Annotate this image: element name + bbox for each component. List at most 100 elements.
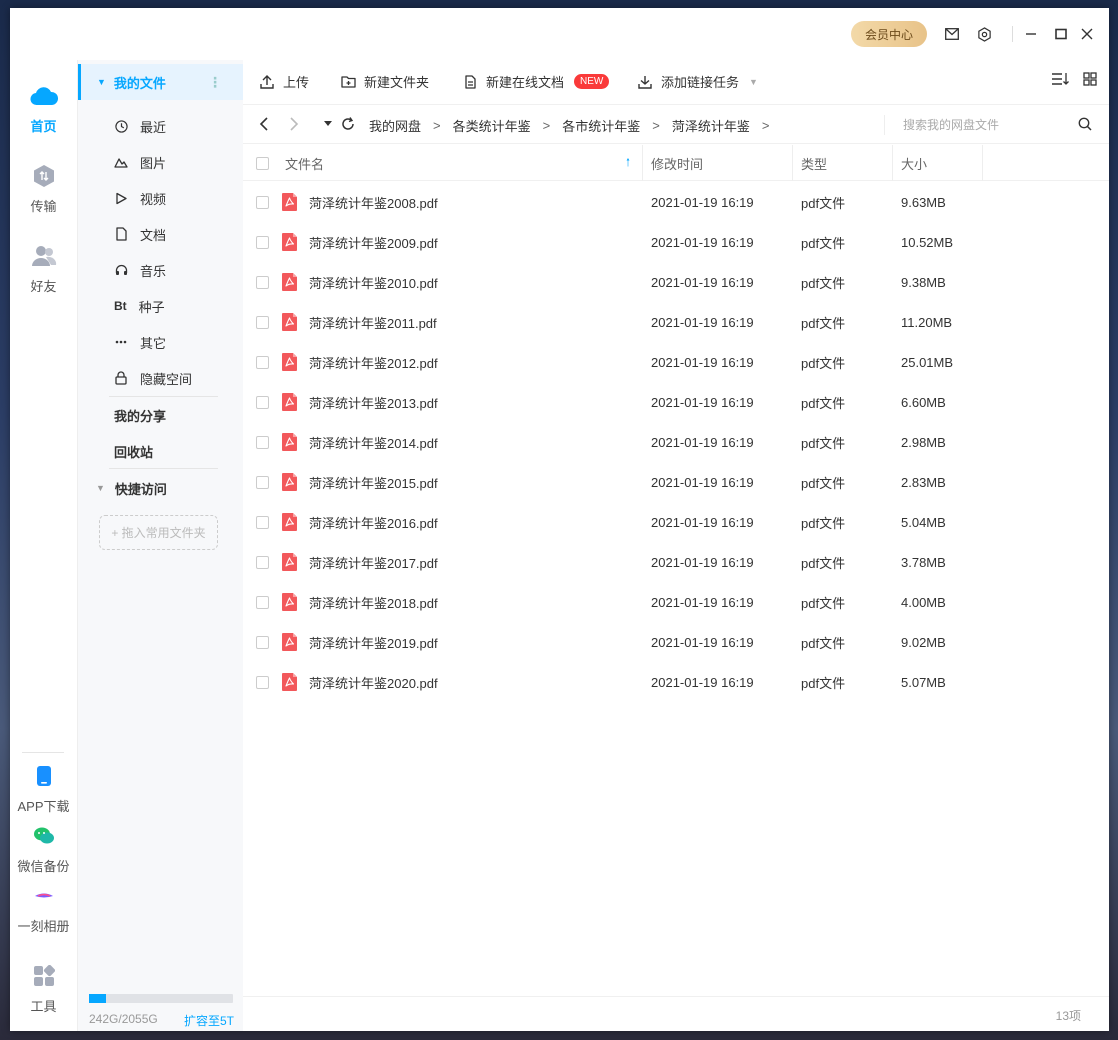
row-checkbox[interactable]: [256, 262, 269, 302]
history-dropdown-icon[interactable]: [319, 115, 337, 133]
table-row[interactable]: 菏泽统计年鉴2018.pdf 2021-01-19 16:19 pdf文件 4.00M…: [243, 582, 1109, 622]
row-checkbox[interactable]: [256, 542, 269, 582]
sidebar-item-recent[interactable]: 最近: [114, 108, 166, 144]
file-name-cell[interactable]: 菏泽统计年鉴2008.pdf: [281, 182, 438, 222]
row-checkbox[interactable]: [256, 422, 269, 462]
column-header-mtime[interactable]: 修改时间: [651, 145, 703, 181]
row-checkbox[interactable]: [256, 222, 269, 262]
sidebar-item-label: 种子: [138, 299, 165, 315]
search-icon[interactable]: [1078, 117, 1092, 134]
column-header-type[interactable]: 类型: [801, 145, 827, 181]
download-icon: [637, 74, 653, 90]
table-row[interactable]: 菏泽统计年鉴2020.pdf 2021-01-19 16:19 pdf文件 5.07M…: [243, 662, 1109, 702]
file-name-cell[interactable]: 菏泽统计年鉴2020.pdf: [281, 662, 438, 702]
sidebar-item-documents[interactable]: 文档: [114, 216, 166, 252]
sidebar-item-other[interactable]: 其它: [114, 324, 166, 360]
column-divider[interactable]: [642, 145, 643, 181]
vip-center-button[interactable]: 会员中心: [851, 21, 927, 47]
table-row[interactable]: 菏泽统计年鉴2008.pdf 2021-01-19 16:19 pdf文件 9.63M…: [243, 182, 1109, 222]
row-checkbox[interactable]: [256, 462, 269, 502]
sidebar-item-hidden-space[interactable]: 隐藏空间: [114, 360, 192, 396]
new-folder-button[interactable]: 新建文件夹: [340, 72, 429, 91]
file-name: 菏泽统计年鉴2020.pdf: [309, 675, 438, 691]
search-input[interactable]: [903, 115, 1073, 135]
sort-ascending-icon[interactable]: 🠑: [626, 145, 630, 181]
table-row[interactable]: 菏泽统计年鉴2017.pdf 2021-01-19 16:19 pdf文件 3.78M…: [243, 542, 1109, 582]
table-row[interactable]: 菏泽统计年鉴2014.pdf 2021-01-19 16:19 pdf文件 2.98M…: [243, 422, 1109, 462]
row-checkbox[interactable]: [256, 622, 269, 662]
file-type: pdf文件: [801, 395, 846, 411]
caret-down-icon[interactable]: ▼: [749, 77, 758, 87]
sidebar-item-music[interactable]: 音乐: [114, 252, 166, 288]
expand-storage-link[interactable]: 扩容至5T: [184, 1012, 234, 1029]
table-row[interactable]: 菏泽统计年鉴2012.pdf 2021-01-19 16:19 pdf文件 25.01…: [243, 342, 1109, 382]
file-name-cell[interactable]: 菏泽统计年鉴2012.pdf: [281, 342, 438, 382]
nav-album[interactable]: 一刻相册: [10, 882, 77, 935]
file-name-cell[interactable]: 菏泽统计年鉴2018.pdf: [281, 582, 438, 622]
row-checkbox[interactable]: [256, 582, 269, 622]
nav-app-download[interactable]: APP下载: [10, 762, 77, 815]
row-checkbox[interactable]: [256, 182, 269, 222]
nav-home[interactable]: 首页: [10, 82, 77, 135]
sidebar-item-recycle-bin[interactable]: 回收站: [114, 433, 153, 469]
settings-icon[interactable]: [974, 24, 994, 44]
breadcrumb-item[interactable]: 菏泽统计年鉴: [672, 116, 750, 135]
vertical-dots-icon[interactable]: ⋮: [208, 74, 222, 91]
row-checkbox[interactable]: [256, 342, 269, 382]
minimize-icon[interactable]: [1021, 24, 1041, 44]
column-divider[interactable]: [892, 145, 893, 181]
breadcrumb-item[interactable]: 各类统计年鉴: [453, 116, 531, 135]
file-name-cell[interactable]: 菏泽统计年鉴2010.pdf: [281, 262, 438, 302]
row-checkbox[interactable]: [256, 302, 269, 342]
table-row[interactable]: 菏泽统计年鉴2015.pdf 2021-01-19 16:19 pdf文件 2.83M…: [243, 462, 1109, 502]
back-icon[interactable]: [255, 115, 273, 133]
nav-transfer[interactable]: 传输: [10, 162, 77, 215]
file-name-cell[interactable]: 菏泽统计年鉴2019.pdf: [281, 622, 438, 662]
table-row[interactable]: 菏泽统计年鉴2011.pdf 2021-01-19 16:19 pdf文件 11.20…: [243, 302, 1109, 342]
forward-icon[interactable]: [285, 115, 303, 133]
column-header-size[interactable]: 大小: [901, 145, 927, 181]
sort-icon[interactable]: [1051, 72, 1069, 89]
table-row[interactable]: 菏泽统计年鉴2019.pdf 2021-01-19 16:19 pdf文件 9.02M…: [243, 622, 1109, 662]
document-icon: [114, 227, 128, 241]
file-name-cell[interactable]: 菏泽统计年鉴2013.pdf: [281, 382, 438, 422]
breadcrumb-item[interactable]: 各市统计年鉴: [562, 116, 640, 135]
column-divider[interactable]: [792, 145, 793, 181]
maximize-icon[interactable]: [1051, 24, 1071, 44]
table-row[interactable]: 菏泽统计年鉴2010.pdf 2021-01-19 16:19 pdf文件 9.38M…: [243, 262, 1109, 302]
sidebar-item-torrent[interactable]: Bt 种子: [114, 288, 165, 324]
nav-tools[interactable]: 工具: [10, 962, 77, 1015]
quick-access-drop-zone[interactable]: + 拖入常用文件夹: [99, 515, 218, 550]
file-name-cell[interactable]: 菏泽统计年鉴2011.pdf: [281, 302, 437, 342]
close-icon[interactable]: [1077, 24, 1097, 44]
file-name-cell[interactable]: 菏泽统计年鉴2014.pdf: [281, 422, 438, 462]
row-checkbox[interactable]: [256, 662, 269, 702]
grid-view-icon[interactable]: [1083, 72, 1097, 89]
select-all-checkbox[interactable]: [256, 145, 269, 181]
file-name-cell[interactable]: 菏泽统计年鉴2016.pdf: [281, 502, 438, 542]
mail-icon[interactable]: [942, 24, 962, 44]
breadcrumb-item[interactable]: 我的网盘: [369, 116, 421, 135]
table-row[interactable]: 菏泽统计年鉴2009.pdf 2021-01-19 16:19 pdf文件 10.52…: [243, 222, 1109, 262]
sidebar-item-videos[interactable]: 视频: [114, 180, 166, 216]
add-link-task-button[interactable]: 添加链接任务 ▼: [637, 72, 758, 91]
sidebar-item-images[interactable]: 图片: [114, 144, 166, 180]
file-name-cell[interactable]: 菏泽统计年鉴2017.pdf: [281, 542, 438, 582]
row-checkbox[interactable]: [256, 382, 269, 422]
sidebar-quick-access[interactable]: ▼ 快捷访问: [96, 470, 167, 506]
upload-button[interactable]: 上传: [259, 72, 309, 91]
nav-friends[interactable]: 好友: [10, 242, 77, 295]
column-divider[interactable]: [982, 145, 983, 181]
row-checkbox[interactable]: [256, 502, 269, 542]
column-header-name[interactable]: 文件名: [285, 145, 324, 181]
file-name-cell[interactable]: 菏泽统计年鉴2009.pdf: [281, 222, 438, 262]
sidebar-my-files[interactable]: ▼ 我的文件 ⋮: [78, 64, 244, 100]
new-online-doc-button[interactable]: 新建在线文档 NEW: [462, 72, 610, 91]
file-name-cell[interactable]: 菏泽统计年鉴2015.pdf: [281, 462, 438, 502]
sidebar-item-my-share[interactable]: 我的分享: [114, 397, 166, 433]
pdf-file-icon: [281, 672, 309, 692]
refresh-icon[interactable]: [339, 115, 357, 133]
table-row[interactable]: 菏泽统计年鉴2013.pdf 2021-01-19 16:19 pdf文件 6.60M…: [243, 382, 1109, 422]
nav-wechat-backup[interactable]: 微信备份: [10, 822, 77, 875]
table-row[interactable]: 菏泽统计年鉴2016.pdf 2021-01-19 16:19 pdf文件 5.04M…: [243, 502, 1109, 542]
